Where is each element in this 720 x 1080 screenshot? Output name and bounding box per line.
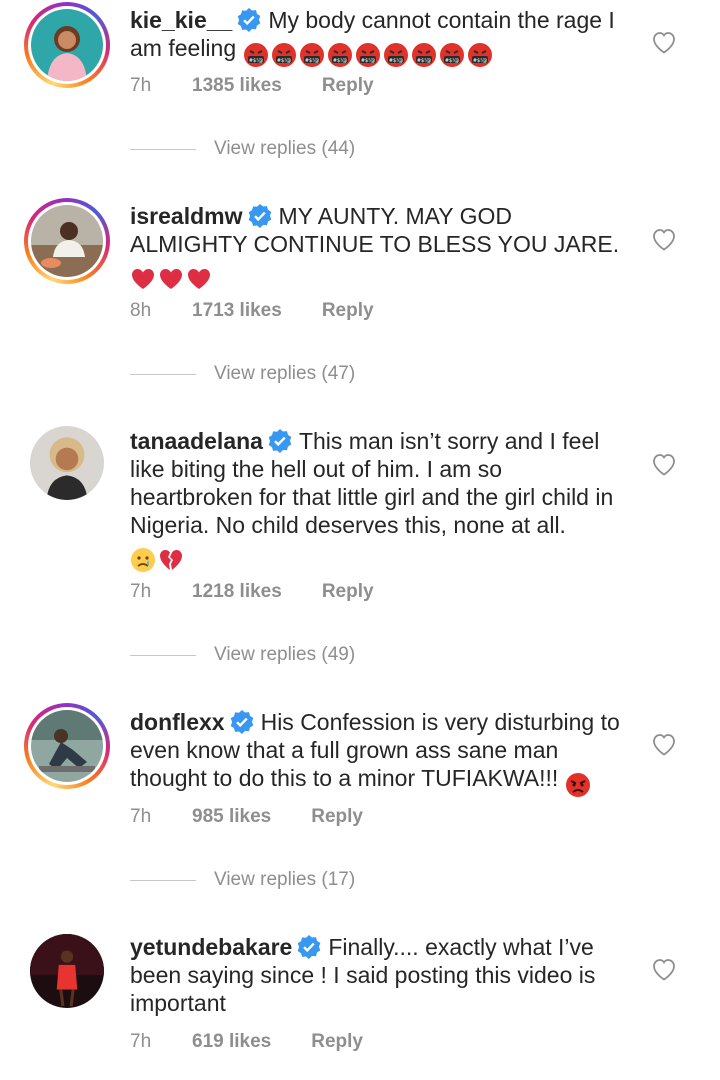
view-replies-button[interactable]: View replies (49): [130, 644, 355, 666]
cursing-face-icon: #$!@: [271, 42, 297, 68]
cursing-face-icon: #$!@: [467, 42, 493, 68]
comment-body: tanaadelana This man isn’t sorry and I fe…: [130, 427, 630, 573]
verified-badge-icon: [230, 710, 253, 734]
like-heart-icon[interactable]: [650, 730, 678, 758]
crying-face-icon: [130, 547, 156, 573]
comment-meta: 7h 1218 likes Reply: [130, 581, 374, 603]
emoji-row: [130, 263, 214, 292]
view-replies-button[interactable]: View replies (47): [130, 363, 355, 385]
cursing-face-icon: #$!@: [299, 42, 325, 68]
comment-meta: 8h 1713 likes Reply: [130, 300, 374, 322]
comment-meta: 7h 985 likes Reply: [130, 806, 363, 828]
emoji-row: [565, 769, 593, 798]
reply-button[interactable]: Reply: [322, 581, 374, 603]
comment-body: donflexx His Confession is very disturbin…: [130, 708, 630, 798]
view-replies-button[interactable]: View replies (44): [130, 138, 355, 160]
likes-count[interactable]: 1218 likes: [192, 581, 282, 603]
comment-body: kie_kie__ My body cannot contain the rage…: [130, 6, 630, 68]
svg-text:#$!@: #$!@: [388, 58, 402, 64]
broken-heart-icon: [158, 547, 184, 573]
comment-time: 7h: [130, 75, 152, 96]
avatar[interactable]: [24, 928, 110, 1014]
verified-badge-icon: [268, 429, 292, 453]
view-replies-label: View replies (17): [214, 869, 356, 890]
like-heart-icon[interactable]: [650, 28, 678, 56]
like-heart-icon[interactable]: [650, 450, 678, 478]
svg-text:#$!@: #$!@: [276, 58, 290, 64]
verified-badge-icon: [298, 935, 321, 959]
avatar-photo: [31, 710, 103, 782]
comment-username[interactable]: isrealdmw: [130, 203, 243, 229]
comment-username[interactable]: yetundebakare: [130, 934, 292, 960]
red-heart-icon: [130, 266, 156, 292]
svg-text:#$!@: #$!@: [360, 58, 374, 64]
avatar[interactable]: [24, 198, 110, 284]
emoji-row: [130, 544, 186, 573]
cursing-face-icon: #$!@: [411, 42, 437, 68]
likes-count[interactable]: 985 likes: [192, 806, 271, 828]
cursing-face-icon: #$!@: [243, 42, 269, 68]
cursing-face-icon: #$!@: [383, 42, 409, 68]
avatar-photo: [31, 205, 103, 277]
svg-text:#$!@: #$!@: [416, 58, 430, 64]
svg-text:#$!@: #$!@: [444, 58, 458, 64]
red-heart-icon: [158, 266, 184, 292]
avatar[interactable]: [24, 2, 110, 88]
replies-divider: [130, 879, 196, 881]
avatar-photo: [30, 426, 104, 500]
reply-button[interactable]: Reply: [322, 300, 374, 322]
replies-divider: [130, 654, 196, 656]
verified-badge-icon: [238, 8, 261, 32]
svg-text:#$!@: #$!@: [304, 58, 318, 64]
avatar[interactable]: [24, 703, 110, 789]
view-replies-label: View replies (47): [214, 363, 356, 384]
emoji-row: #$!@ #$!@ #$!@ #$!@ #$!@ #$!@ #$!@ #$!@ #$!@: [243, 39, 495, 68]
comment-time: 8h: [130, 300, 152, 321]
reply-button[interactable]: Reply: [322, 75, 374, 97]
cursing-face-icon: #$!@: [355, 42, 381, 68]
replies-divider: [130, 373, 196, 375]
svg-text:#$!@: #$!@: [472, 58, 486, 64]
view-replies-label: View replies (44): [214, 138, 356, 159]
comment-time: 7h: [130, 581, 152, 602]
likes-count[interactable]: 1385 likes: [192, 75, 282, 97]
red-heart-icon: [186, 266, 212, 292]
comment-username[interactable]: tanaadelana: [130, 428, 263, 454]
likes-count[interactable]: 619 likes: [192, 1031, 271, 1053]
replies-divider: [130, 148, 196, 150]
svg-text:#$!@: #$!@: [332, 58, 346, 64]
svg-text:#$!@: #$!@: [248, 58, 262, 64]
like-heart-icon[interactable]: [650, 955, 678, 983]
reply-button[interactable]: Reply: [311, 1031, 363, 1053]
avatar[interactable]: [24, 420, 110, 506]
comment-meta: 7h 619 likes Reply: [130, 1031, 363, 1053]
comment-meta: 7h 1385 likes Reply: [130, 75, 374, 97]
comment-time: 7h: [130, 806, 152, 827]
comment-username[interactable]: donflexx: [130, 709, 225, 735]
comment-username[interactable]: kie_kie__: [130, 7, 232, 33]
verified-badge-icon: [248, 204, 271, 228]
comment-body: isrealdmw MY AUNTY. MAY GOD ALMIGHTY CONT…: [130, 202, 630, 292]
avatar-photo: [30, 934, 104, 1008]
reply-button[interactable]: Reply: [311, 806, 363, 828]
cursing-face-icon: #$!@: [327, 42, 353, 68]
avatar-photo: [31, 9, 103, 81]
view-replies-button[interactable]: View replies (17): [130, 869, 355, 891]
angry-face-icon: [565, 772, 591, 798]
like-heart-icon[interactable]: [650, 225, 678, 253]
likes-count[interactable]: 1713 likes: [192, 300, 282, 322]
cursing-face-icon: #$!@: [439, 42, 465, 68]
view-replies-label: View replies (49): [214, 644, 356, 665]
comment-body: yetundebakare Finally.... exactly what I’…: [130, 933, 630, 1017]
comment-time: 7h: [130, 1031, 152, 1052]
